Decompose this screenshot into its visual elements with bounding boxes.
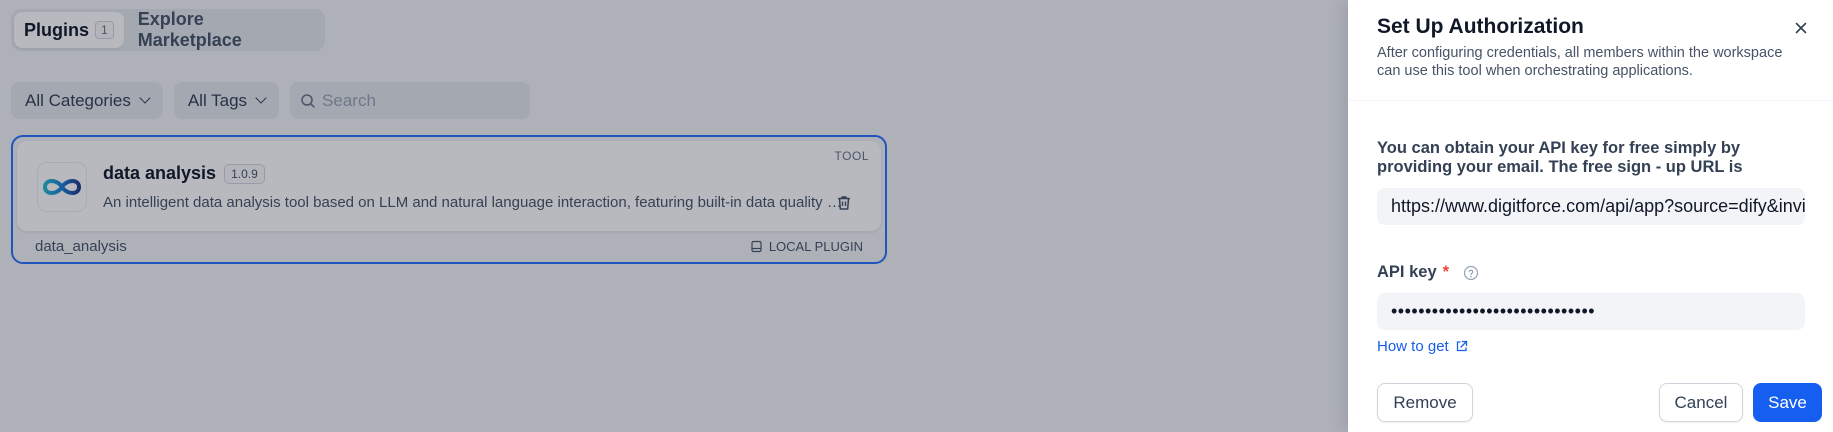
remove-button[interactable]: Remove xyxy=(1377,383,1473,422)
cancel-button[interactable]: Cancel xyxy=(1659,383,1743,422)
panel-title: Set Up Authorization xyxy=(1377,15,1584,38)
panel-divider xyxy=(1348,100,1833,101)
authorization-panel: Set Up Authorization After configuring c… xyxy=(1348,0,1833,432)
save-button[interactable]: Save xyxy=(1753,383,1822,422)
signup-url-field[interactable]: https://www.digitforce.com/api/app?sourc… xyxy=(1377,188,1805,225)
api-key-value: •••••••••••••••••••••••••••••• xyxy=(1391,301,1596,321)
how-to-get-label: How to get xyxy=(1377,338,1449,355)
how-to-get-link[interactable]: How to get xyxy=(1377,338,1468,355)
external-link-icon xyxy=(1456,340,1467,352)
api-key-input[interactable]: •••••••••••••••••••••••••••••• xyxy=(1377,293,1805,330)
api-key-label: API key xyxy=(1377,263,1437,281)
panel-subtitle: After configuring credentials, all membe… xyxy=(1377,45,1783,79)
signup-url-value: https://www.digitforce.com/api/app?sourc… xyxy=(1391,196,1805,216)
api-key-label-row: API key * xyxy=(1377,263,1479,282)
close-icon[interactable] xyxy=(1791,18,1811,38)
signup-url-label: You can obtain your API key for free sim… xyxy=(1377,139,1743,176)
required-mark: * xyxy=(1442,263,1450,281)
help-circle-icon[interactable] xyxy=(1463,265,1479,281)
